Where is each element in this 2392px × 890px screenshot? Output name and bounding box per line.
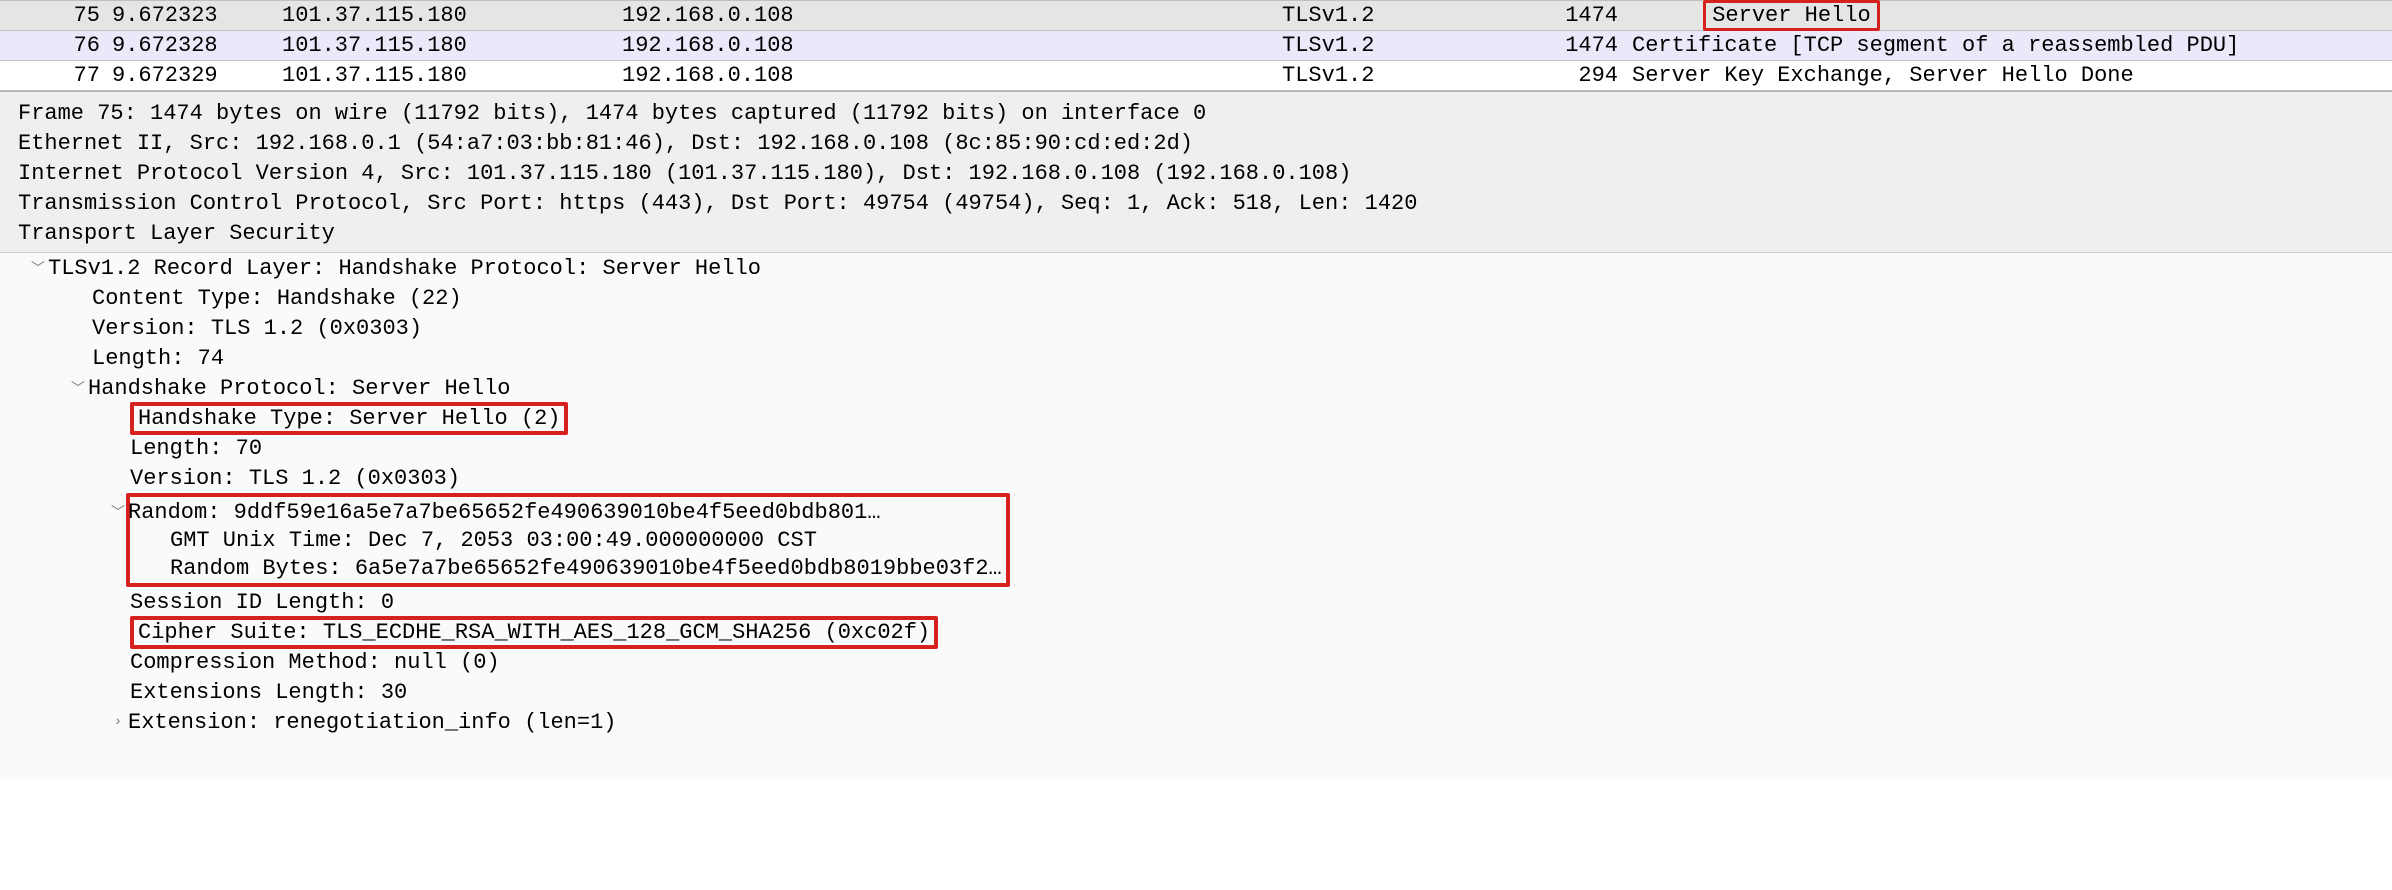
packet-row[interactable]: 75 9.672323 101.37.115.180 192.168.0.108… (0, 0, 2392, 30)
info-highlight: Server Hello (1703, 0, 1879, 31)
chevron-down-icon[interactable]: ﹀ (108, 502, 128, 522)
col-source: 101.37.115.180 (242, 33, 612, 58)
highlight-box-random: ﹀ Random: 9ddf59e16a5e7a7be65652fe490639… (126, 493, 1010, 587)
col-time: 9.672328 (100, 33, 242, 58)
col-protocol: TLSv1.2 (1282, 33, 1502, 58)
col-protocol: TLSv1.2 (1282, 63, 1502, 88)
col-protocol: TLSv1.2 (1282, 3, 1502, 28)
tls-version[interactable]: Version: TLS 1.2 (0x0303) (0, 313, 2392, 343)
col-no: 77 (60, 63, 100, 88)
session-id-length[interactable]: Session ID Length: 0 (0, 587, 2392, 617)
highlight-box: Handshake Type: Server Hello (2) (130, 402, 568, 435)
col-info: Certificate [TCP segment of a reassemble… (1632, 33, 2392, 58)
handshake-type[interactable]: Handshake Type: Server Hello (2) (0, 403, 2392, 433)
col-no: 76 (60, 33, 100, 58)
packet-row[interactable]: 77 9.672329 101.37.115.180 192.168.0.108… (0, 60, 2392, 90)
col-info: Server Key Exchange, Server Hello Done (1632, 63, 2392, 88)
extension-renegotiation[interactable]: › Extension: renegotiation_info (len=1) (0, 707, 2392, 737)
tls-record-layer[interactable]: ﹀ TLSv1.2 Record Layer: Handshake Protoc… (0, 253, 2392, 283)
col-destination: 192.168.0.108 (612, 63, 1282, 88)
extensions-length[interactable]: Extensions Length: 30 (0, 677, 2392, 707)
tls-content-type[interactable]: Content Type: Handshake (22) (0, 283, 2392, 313)
packet-details-summary[interactable]: Frame 75: 1474 bytes on wire (11792 bits… (0, 91, 2392, 252)
handshake-protocol[interactable]: ﹀ Handshake Protocol: Server Hello (0, 373, 2392, 403)
col-source: 101.37.115.180 (242, 63, 612, 88)
detail-frame[interactable]: Frame 75: 1474 bytes on wire (11792 bits… (0, 98, 2392, 128)
detail-tls[interactable]: Transport Layer Security (0, 218, 2392, 248)
chevron-right-icon[interactable]: › (108, 714, 128, 730)
compression-method[interactable]: Compression Method: null (0) (0, 647, 2392, 677)
cipher-suite[interactable]: Cipher Suite: TLS_ECDHE_RSA_WITH_AES_128… (0, 617, 2392, 647)
col-length: 1474 (1502, 3, 1632, 28)
detail-ethernet[interactable]: Ethernet II, Src: 192.168.0.1 (54:a7:03:… (0, 128, 2392, 158)
chevron-down-icon[interactable]: ﹀ (68, 378, 88, 398)
handshake-length[interactable]: Length: 70 (0, 433, 2392, 463)
col-time: 9.672329 (100, 63, 242, 88)
col-source: 101.37.115.180 (242, 3, 612, 28)
packet-row[interactable]: 76 9.672328 101.37.115.180 192.168.0.108… (0, 30, 2392, 60)
gmt-unix-time[interactable]: GMT Unix Time: Dec 7, 2053 03:00:49.0000… (134, 526, 1002, 554)
col-destination: 192.168.0.108 (612, 33, 1282, 58)
detail-ip[interactable]: Internet Protocol Version 4, Src: 101.37… (0, 158, 2392, 188)
col-time: 9.672323 (100, 3, 242, 28)
col-no: 75 (60, 3, 100, 28)
col-length: 1474 (1502, 33, 1632, 58)
packet-details-tree[interactable]: ﹀ TLSv1.2 Record Layer: Handshake Protoc… (0, 252, 2392, 777)
handshake-version[interactable]: Version: TLS 1.2 (0x0303) (0, 463, 2392, 493)
tls-length[interactable]: Length: 74 (0, 343, 2392, 373)
col-length: 294 (1502, 63, 1632, 88)
random-bytes[interactable]: Random Bytes: 6a5e7a7be65652fe490639010b… (134, 554, 1002, 582)
packet-list[interactable]: 75 9.672323 101.37.115.180 192.168.0.108… (0, 0, 2392, 91)
detail-tcp[interactable]: Transmission Control Protocol, Src Port:… (0, 188, 2392, 218)
chevron-down-icon[interactable]: ﹀ (28, 258, 48, 278)
col-destination: 192.168.0.108 (612, 3, 1282, 28)
random[interactable]: ﹀ Random: 9ddf59e16a5e7a7be65652fe490639… (134, 498, 1002, 526)
highlight-box: Cipher Suite: TLS_ECDHE_RSA_WITH_AES_128… (130, 616, 938, 649)
